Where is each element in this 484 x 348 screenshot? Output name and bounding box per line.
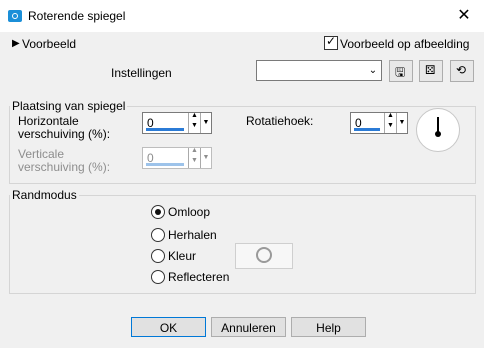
dropdown-arrow-icon[interactable]: ▼ (200, 113, 211, 133)
rotation-label: Rotatiehoek: (246, 114, 314, 128)
chevron-down-icon[interactable]: ⌄ (367, 62, 379, 79)
radio-kleur[interactable] (151, 249, 165, 263)
settings-label: Instellingen (111, 66, 172, 80)
title-bar: Roterende spiegel ✕ (0, 0, 484, 32)
randomize-button[interactable]: ⚄ (419, 60, 443, 82)
cancel-button[interactable]: Annuleren (211, 317, 286, 337)
vertical-offset-input: 0 ▼ (142, 147, 212, 169)
close-icon[interactable]: ✕ (454, 6, 474, 26)
reset-icon: ⟲ (456, 63, 467, 77)
horizontal-label-line2: verschuiving (%): (18, 127, 111, 141)
radio-omloop[interactable] (151, 205, 165, 219)
preview-toggle[interactable]: Voorbeeld (22, 37, 76, 51)
checkmark-icon: ✓ (326, 34, 337, 48)
dice-icon: ⚄ (425, 63, 436, 77)
horizontal-offset-input[interactable]: 0 ▼ (142, 112, 212, 134)
color-swatch (235, 243, 293, 269)
rotation-slider[interactable] (354, 128, 380, 131)
camera-icon (8, 10, 22, 22)
radio-reflecteren[interactable] (151, 270, 165, 284)
help-button[interactable]: Help (291, 317, 366, 337)
edge-mode-legend: Randmodus (12, 188, 77, 202)
horizontal-offset-slider[interactable] (146, 128, 184, 131)
radio-reflecteren-label[interactable]: Reflecteren (168, 270, 229, 284)
ok-button[interactable]: OK (131, 317, 206, 337)
radio-herhalen-label[interactable]: Herhalen (168, 228, 217, 242)
floppy-icon: 🖫 (395, 65, 406, 79)
radio-herhalen[interactable] (151, 228, 165, 242)
vertical-label-line1: Verticale (18, 147, 65, 161)
dropdown-arrow-icon: ▼ (200, 148, 211, 168)
dropdown-arrow-icon[interactable]: ▼ (396, 113, 407, 133)
expand-triangle-icon[interactable]: ▶ (12, 38, 20, 49)
horizontal-label-line1: Horizontale (18, 114, 79, 128)
save-preset-button[interactable]: 🖫 (389, 60, 413, 82)
vertical-label-line2: verschuiving (%): (18, 160, 111, 174)
preview-checkbox[interactable]: ✓ (324, 34, 338, 50)
rotation-dial[interactable] (416, 108, 460, 152)
vertical-offset-slider (146, 163, 184, 166)
placement-legend: Plaatsing van spiegel (12, 99, 126, 113)
preview-checkbox-label: Voorbeeld op afbeelding (340, 37, 470, 51)
window-title: Roterende spiegel (28, 9, 126, 23)
settings-combobox[interactable]: ⌄ (256, 60, 382, 81)
rotation-input[interactable]: 0 ▼ (350, 112, 408, 134)
radio-kleur-label[interactable]: Kleur (168, 249, 196, 263)
no-color-icon (256, 247, 272, 263)
reset-button[interactable]: ⟲ (450, 60, 474, 82)
dialog-window: Roterende spiegel ✕ ▶ Voorbeeld ✓ Voorbe… (0, 0, 484, 348)
radio-omloop-label[interactable]: Omloop (168, 205, 210, 219)
edge-mode-group: Randmodus (9, 188, 476, 294)
